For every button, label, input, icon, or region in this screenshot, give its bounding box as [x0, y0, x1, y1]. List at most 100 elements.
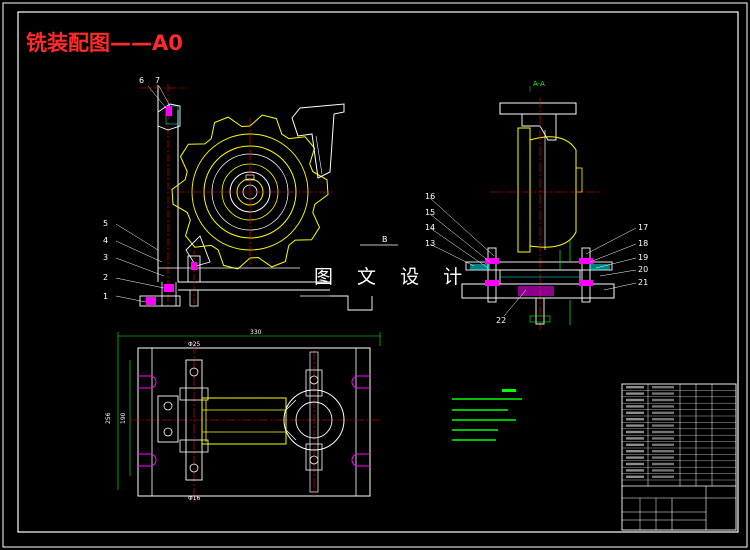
- locating-block-left: [157, 395, 179, 443]
- leader-22: [503, 289, 527, 317]
- leader-16: [429, 197, 495, 257]
- leader-7: [158, 85, 171, 107]
- tb-row-text-mark: [626, 443, 644, 446]
- tb-row-text-mark: [626, 430, 644, 434]
- aa-housing-volute: [529, 136, 577, 248]
- aa-left-lower-nut: [485, 280, 499, 286]
- part-number-14: 14: [425, 223, 435, 232]
- leader-2: [115, 277, 165, 289]
- tb-row-text-mark: [652, 475, 674, 478]
- tb-row-text-mark: [652, 430, 674, 434]
- u-slot-bottom-left: [138, 453, 157, 467]
- base-foot-key: [146, 297, 156, 305]
- part-number-21: 21: [638, 278, 648, 287]
- notes-line-3: [452, 419, 516, 421]
- leader-5: [115, 223, 159, 251]
- leader-15: [429, 213, 491, 263]
- leader-19: [595, 257, 637, 269]
- leader-3: [115, 257, 165, 277]
- tb-row-text-mark: [626, 411, 644, 414]
- part-number-4: 4: [103, 236, 108, 245]
- part-number-16: 16: [425, 192, 435, 201]
- gear-housing: [171, 103, 345, 270]
- tb-row-text-mark: [652, 469, 674, 472]
- tb-row-text-mark: [626, 456, 644, 459]
- tb-row-text-mark: [652, 424, 674, 427]
- leader-1: [115, 295, 147, 303]
- aa-right-lower-nut: [579, 280, 593, 286]
- aa-left-nut: [485, 258, 499, 264]
- part-number-19: 19: [638, 253, 648, 262]
- tb-row-text-mark: [626, 462, 644, 466]
- u-slot-top-left: [138, 375, 157, 389]
- leader-17: [585, 227, 637, 255]
- dim-overall-width: 330: [250, 329, 262, 336]
- tb-row-text-mark: [652, 450, 674, 453]
- aa-left-washer: [470, 264, 490, 270]
- assembly-drawing-canvas: 铣装配图——A0 图 文 设 计 6 7 5 4 3 2 1 B A-A 16 …: [2, 2, 748, 548]
- leader-4: [115, 240, 163, 263]
- tb-row-text-mark: [652, 392, 674, 395]
- tb-row-text-mark: [626, 405, 644, 408]
- title-block-rows: [622, 386, 736, 481]
- tb-row-text-mark: [652, 437, 674, 440]
- notes-line-2: [452, 409, 508, 411]
- part-number-13: 13: [425, 239, 435, 248]
- technical-notes: [452, 389, 522, 441]
- leader-18: [589, 243, 637, 263]
- part-number-18: 18: [638, 239, 648, 248]
- part-number-2: 2: [103, 273, 108, 282]
- top-base-outline: [137, 347, 371, 497]
- u-slot-bottom-right: [351, 453, 370, 467]
- aa-top-flange: [499, 102, 577, 115]
- tb-row-text-mark: [626, 450, 644, 453]
- part-number-1: 1: [103, 292, 108, 301]
- locating-hole-2: [163, 427, 173, 437]
- outlet-pipe: [291, 103, 345, 179]
- part-number-6: 6: [139, 76, 144, 85]
- dim-tolerance-left: Φ25: [188, 341, 201, 348]
- locator-block: [164, 284, 174, 292]
- part-number-5: 5: [103, 219, 108, 228]
- aa-housing-boss: [575, 167, 583, 193]
- aa-housing-wall: [517, 127, 531, 253]
- part-number-22: 22: [496, 316, 506, 325]
- tb-row-text-mark: [652, 456, 674, 459]
- notes-line-1: [452, 398, 522, 400]
- section-label-aa: A-A: [533, 80, 545, 88]
- tb-row-text-mark: [626, 469, 644, 472]
- top-clamp-jaw: [166, 106, 172, 116]
- notes-line-4: [452, 429, 498, 431]
- tb-row-text-mark: [652, 411, 674, 414]
- drawing-title: 铣装配图——A0: [26, 31, 183, 55]
- tb-row-text-mark: [626, 392, 644, 395]
- watermark-text: 图 文 设 计: [314, 266, 471, 288]
- leader-20: [599, 269, 637, 277]
- dim-height-outer: 256: [105, 412, 112, 424]
- u-slot-top-right: [351, 375, 370, 389]
- aa-right-nut: [579, 258, 593, 264]
- leader-14: [429, 227, 489, 269]
- dim-height-inner: 190: [120, 412, 127, 424]
- leader-13: [429, 243, 475, 267]
- part-number-15: 15: [425, 208, 435, 217]
- part-number-3: 3: [103, 253, 108, 262]
- aa-right-stud: [581, 247, 591, 303]
- tb-row-text-mark: [652, 443, 674, 446]
- section-view-aa: A-A 16 15 14 13 17 18 19 20 21 22: [425, 80, 648, 330]
- aa-neck: [521, 114, 557, 141]
- tb-row-text-mark: [626, 398, 644, 402]
- workpiece-body: [201, 397, 287, 445]
- aa-left-stud: [487, 247, 497, 303]
- tb-row-text-mark: [626, 437, 644, 440]
- title-block: [621, 383, 737, 531]
- detail-b-profile: [330, 295, 373, 311]
- tb-row-text-mark: [626, 418, 644, 421]
- leader-6: [147, 85, 167, 109]
- tb-row-text-mark: [626, 386, 644, 389]
- notes-heading-mark: [502, 389, 516, 392]
- part-number-20: 20: [638, 265, 648, 274]
- tb-row-text-mark: [626, 424, 644, 427]
- tb-row-text-mark: [652, 386, 674, 389]
- view-label-b: B: [382, 235, 388, 244]
